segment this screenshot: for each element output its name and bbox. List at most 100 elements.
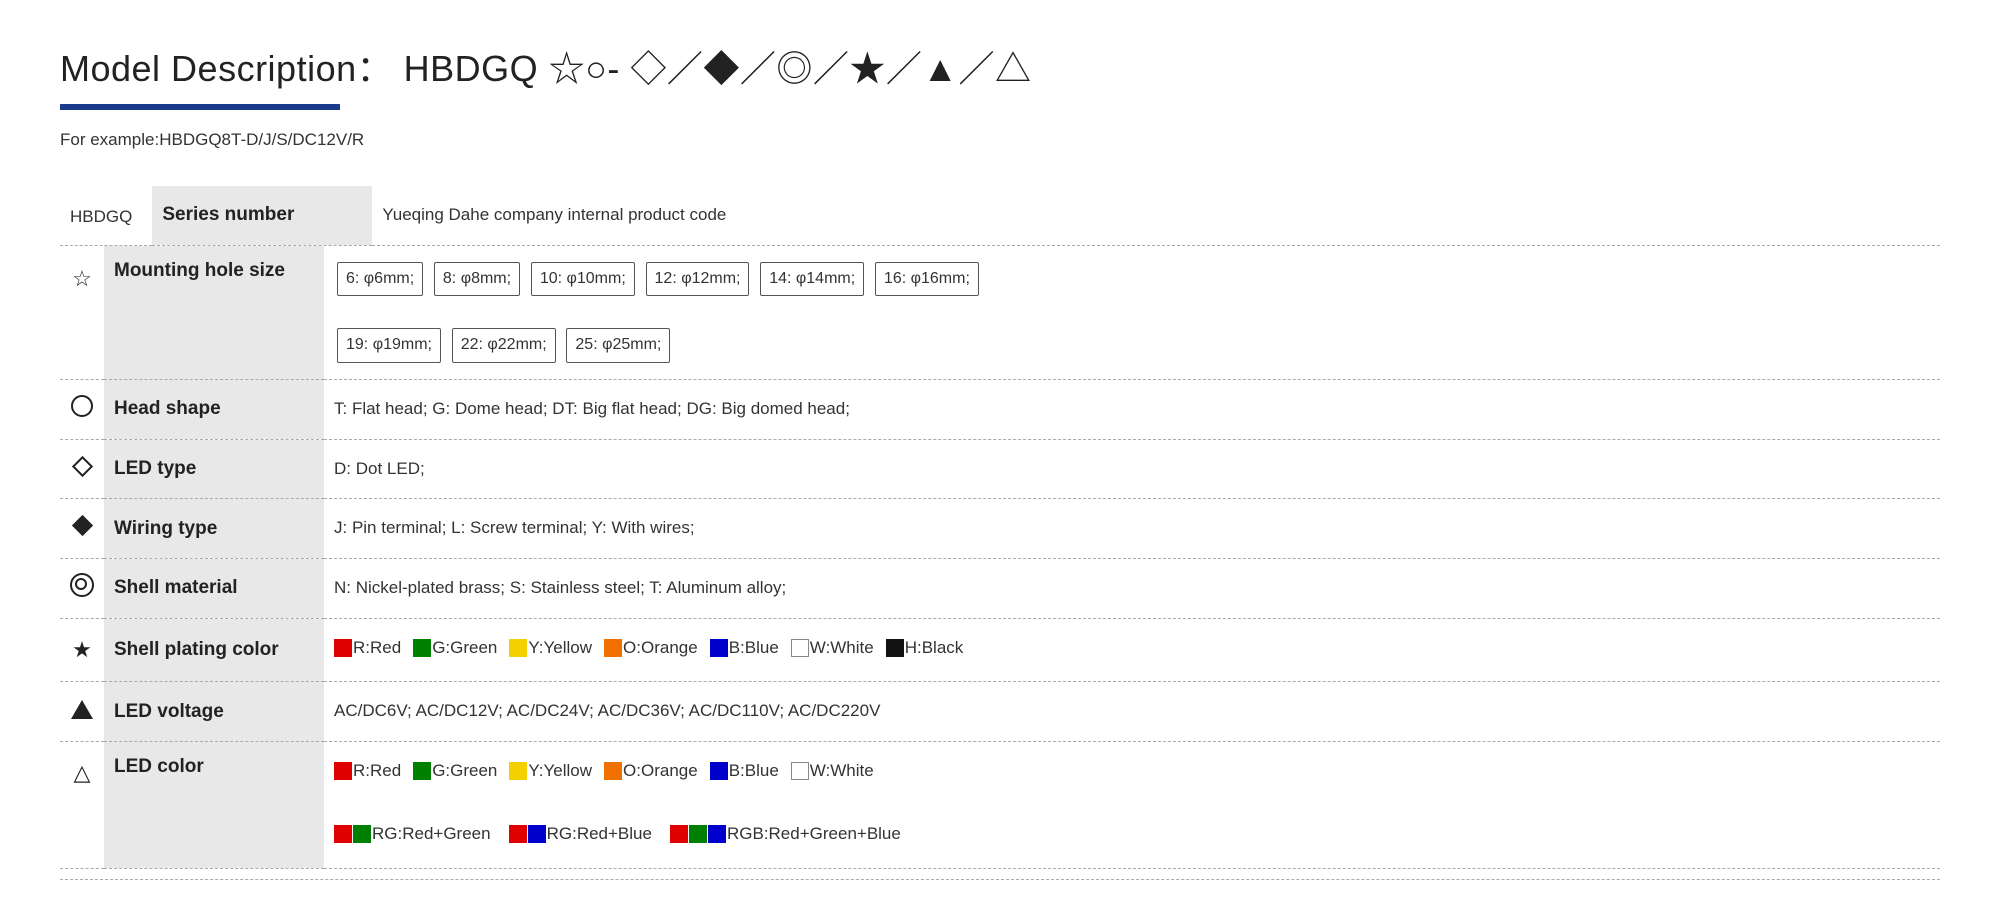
color-swatch <box>353 825 371 843</box>
icon-led-type <box>60 440 104 499</box>
table-led-color: △LED colorR:RedG:GreenY:YellowO:OrangeB:… <box>60 742 1940 869</box>
row-wiring-type: Wiring typeJ: Pin terminal; L: Screw ter… <box>60 499 1940 558</box>
color-label: G:Green <box>432 633 497 664</box>
row-led-color-line2: RG:Red+Green RG:Red+Blue RGB:Red+Green+Blu… <box>60 805 1940 868</box>
color-swatch <box>670 825 688 843</box>
color-item: H:Black <box>886 633 964 664</box>
value-mounting-hole-size-line2: 19: φ19mm; 22: φ22mm; 25: φ25mm; <box>324 312 1940 379</box>
table-wiring-type: Wiring typeJ: Pin terminal; L: Screw ter… <box>60 499 1940 559</box>
color-item: G:Green <box>413 633 497 664</box>
color-label: RG:Red+Blue <box>547 819 652 850</box>
color-label: W:White <box>810 633 874 664</box>
description-table: HBDGQ Series number Yueqing Dahe company… <box>60 186 1940 246</box>
label-shell-plating-color: Shell plating color <box>104 619 324 682</box>
row-shell-material: Shell materialN: Nickel-plated brass; S:… <box>60 559 1940 618</box>
color-item: RGB:Red+Green+Blue <box>670 819 901 850</box>
color-label: Y:Yellow <box>528 633 592 664</box>
color-item: RG:Red+Green <box>334 819 491 850</box>
color-label: RG:Red+Green <box>372 819 491 850</box>
badge: 14: φ14mm; <box>760 262 864 297</box>
label-led-color: LED color <box>104 742 324 868</box>
color-label: G:Green <box>432 756 497 787</box>
color-swatch-white <box>791 762 809 780</box>
color-label: R:Red <box>353 633 401 664</box>
bottom-divider <box>60 879 1940 880</box>
series-label: Series number <box>152 186 372 245</box>
label-led-type: LED type <box>104 440 324 499</box>
badge: 10: φ10mm; <box>531 262 635 297</box>
color-swatch <box>509 762 527 780</box>
label-led-voltage: LED voltage <box>104 682 324 741</box>
color-label: O:Orange <box>623 633 698 664</box>
value-shell-material: N: Nickel-plated brass; S: Stainless ste… <box>324 559 1940 618</box>
icon-mounting-hole-size-2 <box>60 312 104 379</box>
table-shell-material: Shell materialN: Nickel-plated brass; S:… <box>60 559 1940 619</box>
diamond-outline-icon <box>71 455 92 476</box>
page-title: Model Description： HBDGQ ☆○- ◇／◆／◎／★／▲／△ <box>60 40 1940 92</box>
example-text: For example:HBDGQ8T-D/J/S/DC12V/R <box>60 130 1940 150</box>
icon-shell-plating-color: ★ <box>60 619 104 682</box>
series-prefix: HBDGQ <box>70 207 132 226</box>
color-swatch <box>413 762 431 780</box>
color-item: O:Orange <box>604 633 698 664</box>
icon-head-shape <box>60 380 104 439</box>
badge: 25: φ25mm; <box>566 328 670 363</box>
value-mounting-hole-size-line1: 6: φ6mm; 8: φ8mm; 10: φ10mm; 12: φ12mm; … <box>324 246 1940 313</box>
color-swatch <box>509 639 527 657</box>
color-swatch <box>689 825 707 843</box>
row-led-type: LED typeD: Dot LED; <box>60 440 1940 499</box>
color-swatch <box>413 639 431 657</box>
series-row: HBDGQ Series number Yueqing Dahe company… <box>60 186 1940 245</box>
color-swatch-white <box>791 639 809 657</box>
color-label: B:Blue <box>729 633 779 664</box>
badge: 6: φ6mm; <box>337 262 423 297</box>
label-mounting-hole-size: Mounting hole size <box>104 246 324 380</box>
triangle-fill-icon <box>71 700 93 719</box>
value-led-type: D: Dot LED; <box>324 440 1940 499</box>
color-item: Y:Yellow <box>509 756 592 787</box>
value-led-color-line2: RG:Red+Green RG:Red+Blue RGB:Red+Green+Blu… <box>324 805 1940 868</box>
table-led-type: LED typeD: Dot LED; <box>60 440 1940 500</box>
color-label: R:Red <box>353 756 401 787</box>
color-swatch <box>604 762 622 780</box>
row-mounting-hole-size-line2: 19: φ19mm; 22: φ22mm; 25: φ25mm; <box>60 312 1940 379</box>
color-swatch <box>509 825 527 843</box>
table-mounting-hole-size: ☆ Mounting hole size6: φ6mm; 8: φ8mm; 10:… <box>60 246 1940 381</box>
color-item: R:Red <box>334 756 401 787</box>
icon-led-color: △ <box>60 742 104 805</box>
badge: 16: φ16mm; <box>875 262 979 297</box>
table-head-shape: Head shapeT: Flat head; G: Dome head; DT… <box>60 380 1940 440</box>
color-item: G:Green <box>413 756 497 787</box>
color-item: RG:Red+Blue <box>509 819 652 850</box>
icon-led-color-2 <box>60 805 104 868</box>
color-swatch <box>710 639 728 657</box>
color-swatch <box>334 762 352 780</box>
color-label: RGB:Red+Green+Blue <box>727 819 901 850</box>
color-label: H:Black <box>905 633 964 664</box>
series-icon-cell: HBDGQ <box>60 186 152 245</box>
value-led-color-line1: R:RedG:GreenY:YellowO:OrangeB:BlueW:Whit… <box>324 742 1940 805</box>
row-led-voltage: LED voltageAC/DC6V; AC/DC12V; AC/DC24V; … <box>60 682 1940 741</box>
label-head-shape: Head shape <box>104 380 324 439</box>
star-outline-icon: ☆ <box>72 266 92 291</box>
title-bar <box>60 104 340 110</box>
color-label: O:Orange <box>623 756 698 787</box>
rows-container: ☆ Mounting hole size6: φ6mm; 8: φ8mm; 10:… <box>60 246 1940 869</box>
color-swatch <box>708 825 726 843</box>
label-wiring-type: Wiring type <box>104 499 324 558</box>
color-swatch <box>604 639 622 657</box>
badge: 22: φ22mm; <box>452 328 556 363</box>
triangle-outline-icon: △ <box>74 760 91 785</box>
circle-double-icon <box>70 573 94 597</box>
color-swatch <box>886 639 904 657</box>
badge: 12: φ12mm; <box>646 262 750 297</box>
color-item: W:White <box>791 633 874 664</box>
color-swatch <box>710 762 728 780</box>
badge: 19: φ19mm; <box>337 328 441 363</box>
value-wiring-type: J: Pin terminal; L: Screw terminal; Y: W… <box>324 499 1940 558</box>
color-item: B:Blue <box>710 633 779 664</box>
table-shell-plating-color: ★Shell plating color R:Red G:Green Y:Yellow… <box>60 619 1940 683</box>
icon-led-voltage <box>60 682 104 741</box>
row-head-shape: Head shapeT: Flat head; G: Dome head; DT… <box>60 380 1940 439</box>
color-item: Y:Yellow <box>509 633 592 664</box>
